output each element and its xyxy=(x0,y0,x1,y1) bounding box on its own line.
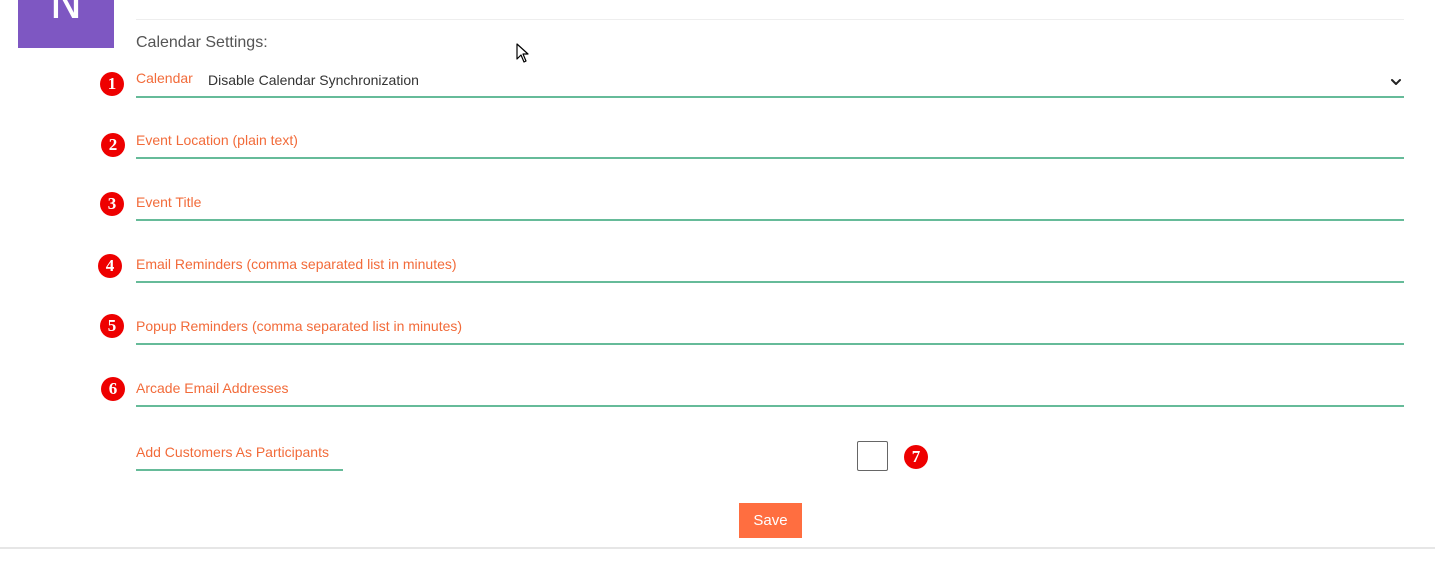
marker-3: 3 xyxy=(100,192,124,216)
calendar-select[interactable]: Calendar Disable Calendar Synchronizatio… xyxy=(136,56,1404,98)
email-reminders-field[interactable]: Email Reminders (comma separated list in… xyxy=(136,241,1404,283)
calendar-settings-page: N Calendar Settings: 1 Calendar Disable … xyxy=(0,0,1435,564)
marker-4: 4 xyxy=(98,254,122,278)
avatar: N xyxy=(18,0,114,48)
chevron-down-icon[interactable] xyxy=(1390,76,1402,88)
event-title-field[interactable]: Event Title xyxy=(136,179,1404,221)
arcade-email-addresses-label: Arcade Email Addresses xyxy=(136,380,289,396)
marker-5: 5 xyxy=(100,314,124,338)
popup-reminders-field[interactable]: Popup Reminders (comma separated list in… xyxy=(136,303,1404,345)
event-location-field[interactable]: Event Location (plain text) xyxy=(136,117,1404,159)
event-title-label: Event Title xyxy=(136,194,202,210)
marker-1: 1 xyxy=(100,72,124,96)
event-location-label: Event Location (plain text) xyxy=(136,132,298,148)
calendar-label: Calendar xyxy=(136,70,193,86)
top-divider xyxy=(136,19,1404,20)
email-reminders-label: Email Reminders (comma separated list in… xyxy=(136,256,457,272)
bottom-divider xyxy=(0,547,1435,549)
add-customers-label-field: Add Customers As Participants xyxy=(136,432,343,471)
add-customers-checkbox[interactable] xyxy=(857,441,888,471)
marker-6: 6 xyxy=(101,377,125,401)
calendar-selected-value: Disable Calendar Synchronization xyxy=(208,72,419,88)
arcade-email-addresses-field[interactable]: Arcade Email Addresses xyxy=(136,365,1404,407)
marker-7: 7 xyxy=(904,445,928,469)
marker-2: 2 xyxy=(101,133,125,157)
save-button[interactable]: Save xyxy=(739,503,802,538)
popup-reminders-label: Popup Reminders (comma separated list in… xyxy=(136,318,463,334)
section-title: Calendar Settings: xyxy=(136,34,268,51)
add-customers-label: Add Customers As Participants xyxy=(136,444,329,460)
avatar-letter: N xyxy=(49,0,83,29)
